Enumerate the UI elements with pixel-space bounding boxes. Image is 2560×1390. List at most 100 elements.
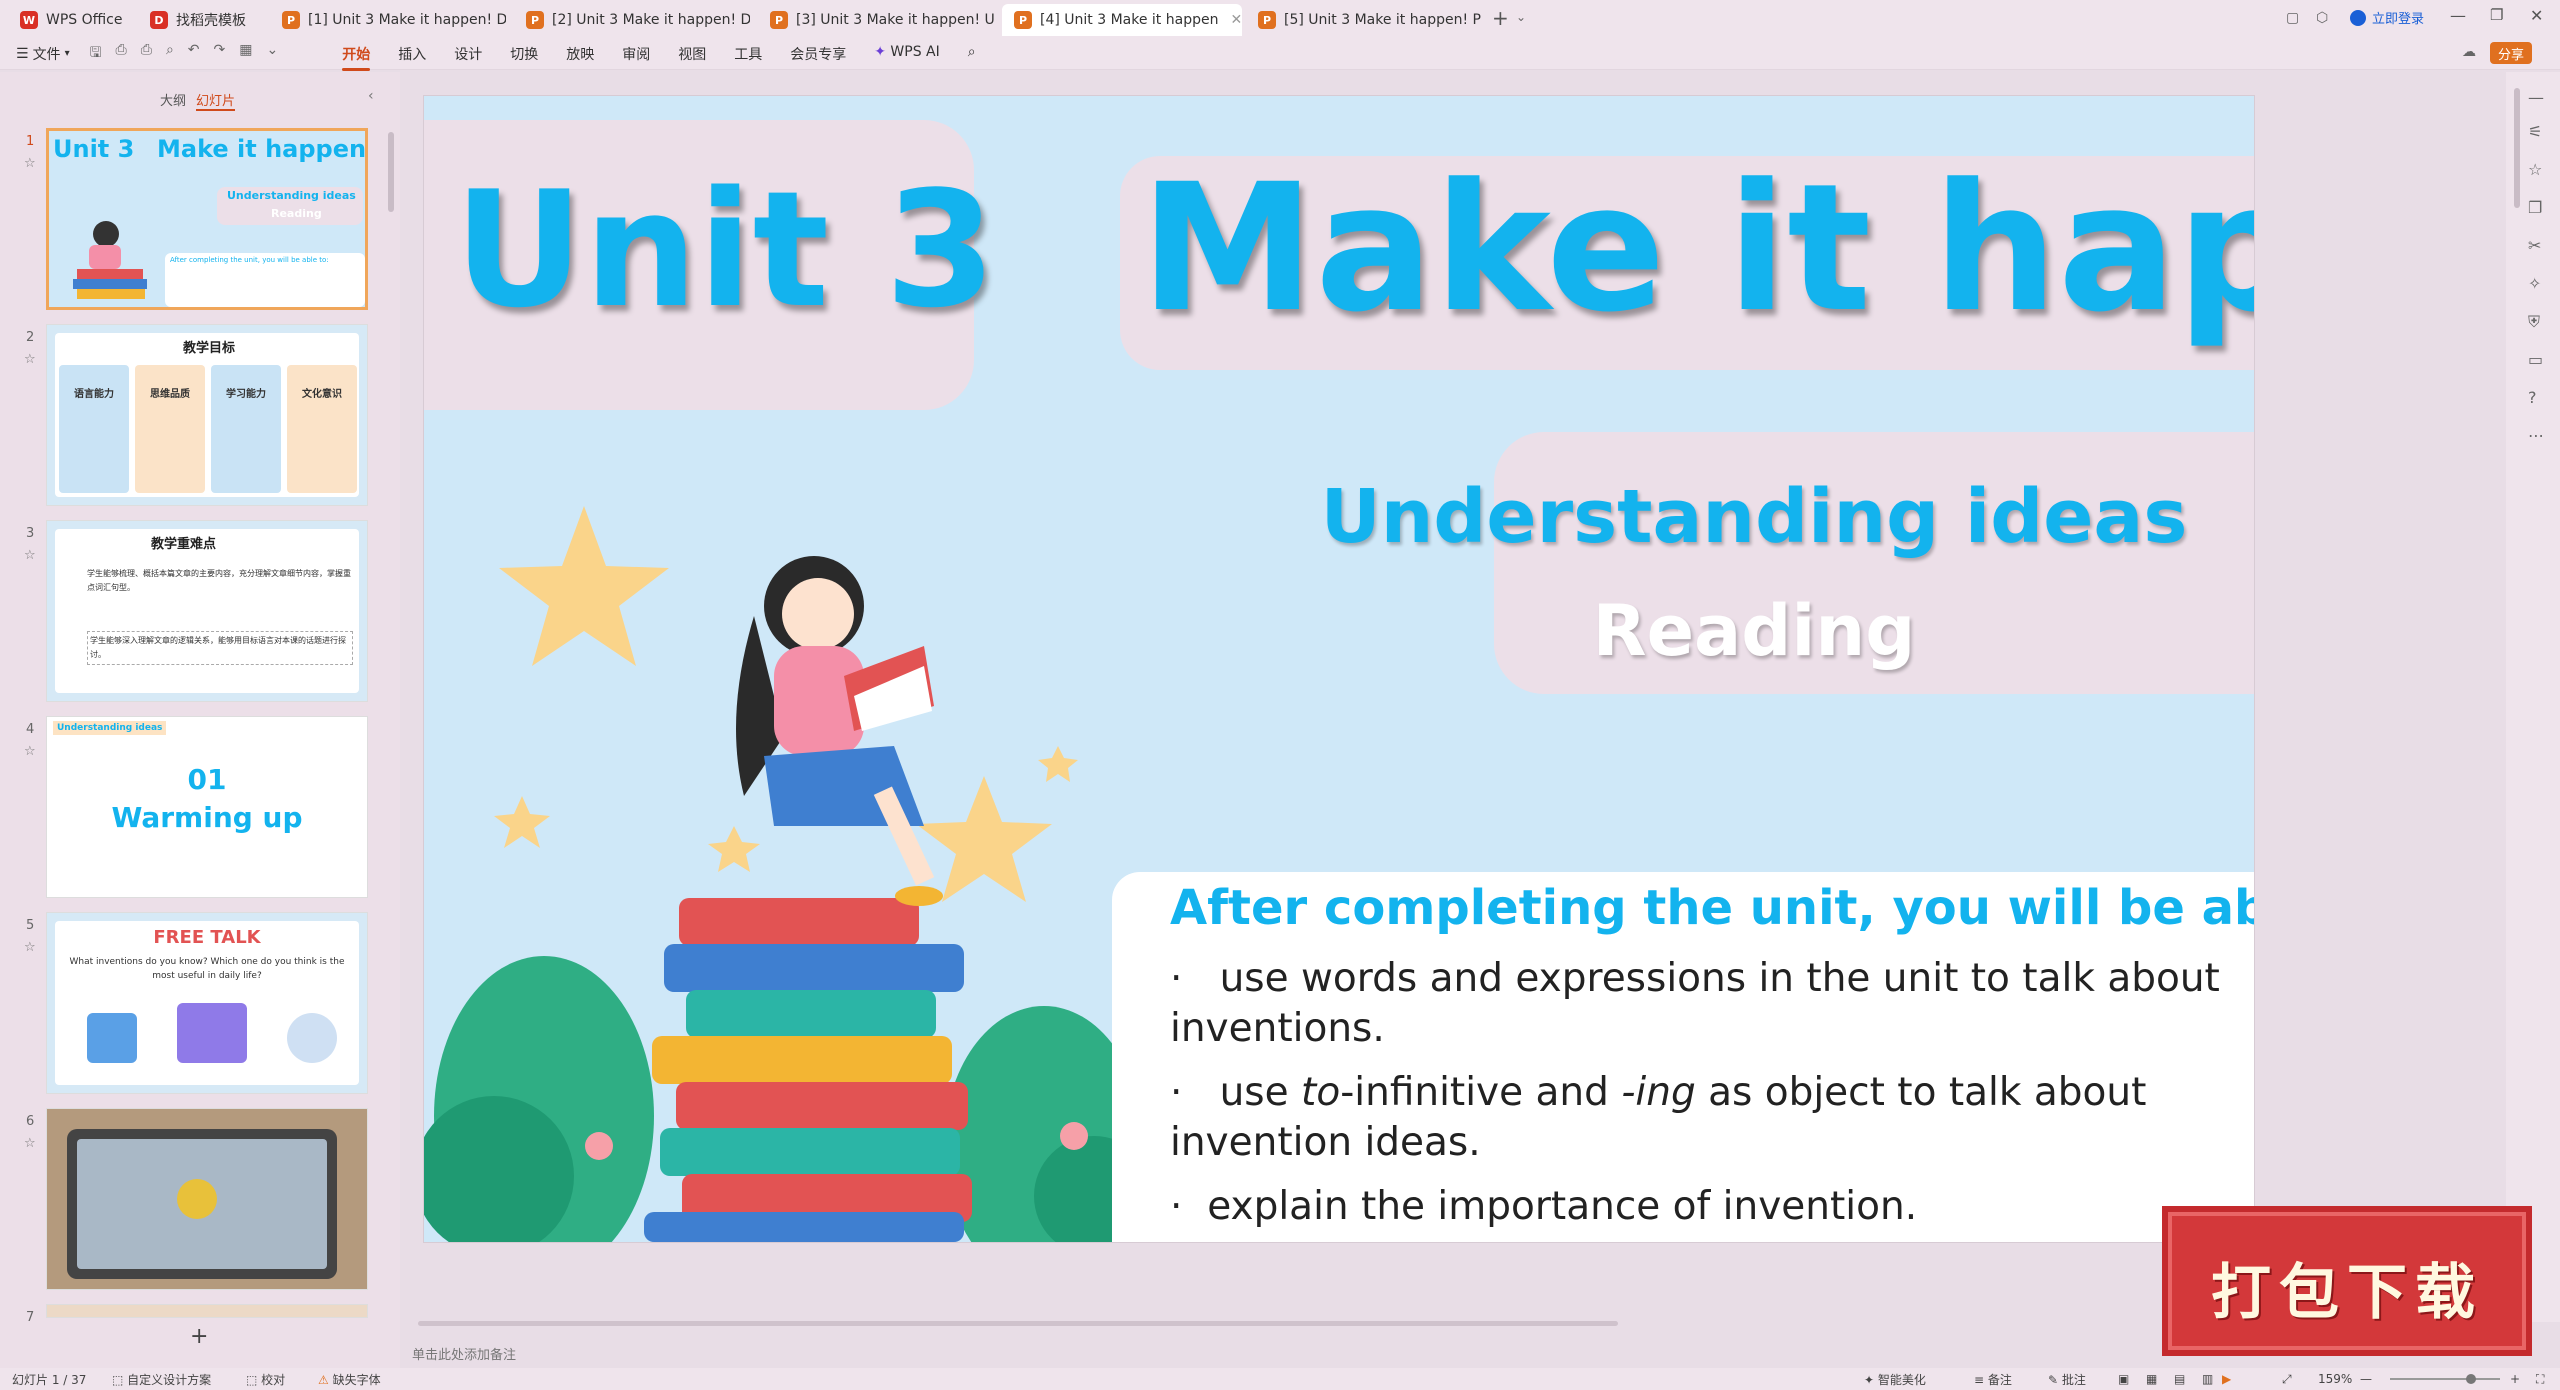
file-menu[interactable]: ☰ 文件 ▾ bbox=[0, 44, 80, 64]
template-icon: D bbox=[150, 11, 168, 29]
proofread-button[interactable]: ⬚ 校对 bbox=[246, 1371, 285, 1388]
menu-view[interactable]: 视图 bbox=[664, 44, 720, 64]
normal-view-icon[interactable]: ▣ bbox=[2118, 1372, 2129, 1386]
book-icon[interactable]: ▭ bbox=[2528, 350, 2543, 369]
tab-doc-5[interactable]: P [5] Unit 3 Make it happen! Prese bbox=[1246, 4, 1482, 36]
stamp-text: 打包下载 bbox=[2211, 1258, 2483, 1328]
slide-thumbnail-7[interactable] bbox=[46, 1304, 368, 1318]
preview-icon[interactable]: ⌕ bbox=[166, 42, 174, 66]
star-icon[interactable]: ☆ bbox=[24, 156, 36, 171]
menu-home[interactable]: 开始 bbox=[328, 44, 384, 71]
search-icon[interactable]: ⌕ bbox=[954, 44, 990, 64]
magic-icon[interactable]: ✧ bbox=[2528, 274, 2541, 293]
star-icon[interactable]: ☆ bbox=[2528, 160, 2542, 179]
objectives-heading[interactable]: After completing the unit, you will be a… bbox=[1170, 880, 2254, 936]
close-tab-icon[interactable]: ✕ bbox=[1230, 12, 1242, 28]
objective-3[interactable]: · explain the importance of invention. bbox=[1170, 1182, 2240, 1232]
tab-doc-1[interactable]: P [1] Unit 3 Make it happen! Devel bbox=[270, 4, 506, 36]
smart-beautify-button[interactable]: ✦ 智能美化 bbox=[1864, 1371, 1926, 1388]
main-title[interactable]: Make it happen! bbox=[1140, 146, 2254, 351]
collapse-panel-icon[interactable]: ‹ bbox=[368, 88, 374, 104]
slide-thumbnail-3[interactable]: 教学重难点 学生能够梳理、概括本篇文章的主要内容，充分理解文章细节内容，掌握重点… bbox=[46, 520, 368, 702]
redo-icon[interactable]: ↷ bbox=[214, 42, 226, 66]
close-window-button[interactable]: ✕ bbox=[2530, 6, 2543, 25]
undo-icon[interactable]: ↶ bbox=[188, 42, 200, 66]
star-icon[interactable]: ☆ bbox=[24, 744, 36, 759]
cloud-icon[interactable]: ☁ bbox=[2462, 44, 2476, 60]
slide-thumbnail-5[interactable]: FREE TALK What inventions do you know? W… bbox=[46, 912, 368, 1094]
shield-icon[interactable]: ⛨ bbox=[2528, 312, 2540, 332]
sorter-view-icon[interactable]: ▦ bbox=[2146, 1372, 2157, 1386]
new-tab-button[interactable]: + bbox=[1492, 6, 1509, 30]
outline-view-icon[interactable]: ▥ bbox=[2202, 1372, 2213, 1386]
settings-slider-icon[interactable]: ⚟ bbox=[2528, 122, 2542, 141]
format-painter-icon[interactable]: ▦ bbox=[239, 42, 252, 66]
outline-tab[interactable]: 大纲 bbox=[160, 90, 186, 109]
share-button[interactable]: 分享 bbox=[2490, 42, 2533, 64]
more-icon[interactable]: ⋯ bbox=[2528, 426, 2544, 445]
quick-access-toolbar: 🖫 ⎙ ⎙ ⌕ ↶ ↷ ▦ ⌄ bbox=[80, 42, 289, 66]
star-icon[interactable]: ☆ bbox=[24, 1136, 36, 1151]
save-icon[interactable]: 🖫 bbox=[90, 42, 102, 66]
window-icon[interactable]: ▢ bbox=[2286, 10, 2299, 26]
fit-window-icon[interactable]: ⤢ bbox=[2282, 1372, 2292, 1387]
menu-review[interactable]: 审阅 bbox=[608, 44, 664, 64]
slide-editor[interactable]: Unit 3 Make it happen! Understanding ide… bbox=[424, 96, 2254, 1242]
slide-thumbnail-4[interactable]: Understanding ideas 01 Warming up bbox=[46, 716, 368, 898]
print-icon[interactable]: ⎙ bbox=[141, 42, 152, 66]
export-icon[interactable]: ⎙ bbox=[116, 42, 127, 66]
menu-slideshow[interactable]: 放映 bbox=[552, 44, 608, 64]
missing-font-button[interactable]: ⚠ 缺失字体 bbox=[318, 1371, 381, 1388]
slide-number: 6 bbox=[26, 1114, 35, 1129]
help-icon[interactable]: ? bbox=[2528, 388, 2537, 407]
more-chevron-icon[interactable]: ⌄ bbox=[266, 42, 278, 66]
menu-tools[interactable]: 工具 bbox=[720, 44, 776, 64]
subtitle-reading[interactable]: Reading bbox=[1254, 590, 2254, 672]
design-scheme-button[interactable]: ⬚ 自定义设计方案 bbox=[112, 1371, 211, 1388]
star-icon[interactable]: ☆ bbox=[24, 548, 36, 563]
panel-scrollbar[interactable] bbox=[388, 132, 394, 212]
tab-templates[interactable]: D 找稻壳模板 bbox=[138, 4, 266, 36]
unit-title[interactable]: Unit 3 bbox=[454, 156, 996, 343]
star-icon[interactable]: ☆ bbox=[24, 940, 36, 955]
reading-view-icon[interactable]: ▤ bbox=[2174, 1372, 2185, 1386]
slide-thumbnail-6[interactable] bbox=[46, 1108, 368, 1290]
minimize-button[interactable]: — bbox=[2450, 6, 2466, 25]
slides-tab[interactable]: 幻灯片 bbox=[196, 90, 236, 111]
star-icon[interactable]: ☆ bbox=[24, 352, 36, 367]
minus-icon[interactable]: — bbox=[2528, 88, 2544, 107]
tab-list-chevron-icon[interactable]: ⌄ bbox=[1516, 10, 1526, 24]
login-button[interactable]: 立即登录 bbox=[2350, 8, 2424, 27]
copy-icon[interactable]: ❐ bbox=[2528, 198, 2542, 217]
zoom-out-icon[interactable]: — bbox=[2360, 1372, 2372, 1386]
menu-design[interactable]: 设计 bbox=[440, 44, 496, 64]
slide-thumbnail-2[interactable]: 教学目标 语言能力 思维品质 学习能力 文化意识 bbox=[46, 324, 368, 506]
tab-doc-4-active[interactable]: P [4] Unit 3 Make it happen ✕ bbox=[1002, 4, 1242, 36]
tab-doc-3[interactable]: P [3] Unit 3 Make it happen! Unde bbox=[758, 4, 994, 36]
add-slide-button[interactable]: + bbox=[190, 1324, 208, 1349]
notes-toggle-button[interactable]: ≡ 备注 bbox=[1974, 1371, 2012, 1388]
fullscreen-icon[interactable]: ⛶ bbox=[2536, 1372, 2544, 1387]
menu-transition[interactable]: 切换 bbox=[496, 44, 552, 64]
tab-wps-office[interactable]: W WPS Office bbox=[8, 4, 146, 36]
subtitle[interactable]: Understanding ideas bbox=[1254, 474, 2254, 560]
download-stamp[interactable]: 打包下载 bbox=[2162, 1206, 2532, 1356]
cube-icon[interactable]: ⬡ bbox=[2316, 10, 2328, 26]
zoom-slider-handle[interactable] bbox=[2466, 1374, 2476, 1384]
vertical-scrollbar[interactable] bbox=[2514, 88, 2520, 208]
objective-1[interactable]: · use words and expressions in the unit … bbox=[1170, 954, 2240, 1054]
slide-thumbnail-1[interactable]: Unit 3 Make it happen! Understanding ide… bbox=[46, 128, 368, 310]
play-slideshow-icon[interactable]: ▶ bbox=[2222, 1372, 2231, 1386]
zoom-slider[interactable] bbox=[2390, 1378, 2500, 1380]
zoom-in-icon[interactable]: + bbox=[2510, 1372, 2520, 1386]
menu-vip[interactable]: 会员专享 bbox=[776, 44, 860, 64]
restore-button[interactable]: ❐ bbox=[2490, 6, 2503, 24]
zoom-level[interactable]: 159% bbox=[2318, 1372, 2352, 1386]
menu-wps-ai[interactable]: ✦ WPS AI bbox=[860, 44, 954, 64]
tools-icon[interactable]: ✂ bbox=[2528, 236, 2541, 255]
menu-insert[interactable]: 插入 bbox=[384, 44, 440, 64]
comments-button[interactable]: ✎ 批注 bbox=[2048, 1371, 2086, 1388]
tab-doc-2[interactable]: P [2] Unit 3 Make it happen! Devel bbox=[514, 4, 750, 36]
girl-on-books-illustration[interactable] bbox=[424, 496, 1144, 1242]
objective-2[interactable]: · use to-infinitive and -ing as object t… bbox=[1170, 1068, 2240, 1168]
